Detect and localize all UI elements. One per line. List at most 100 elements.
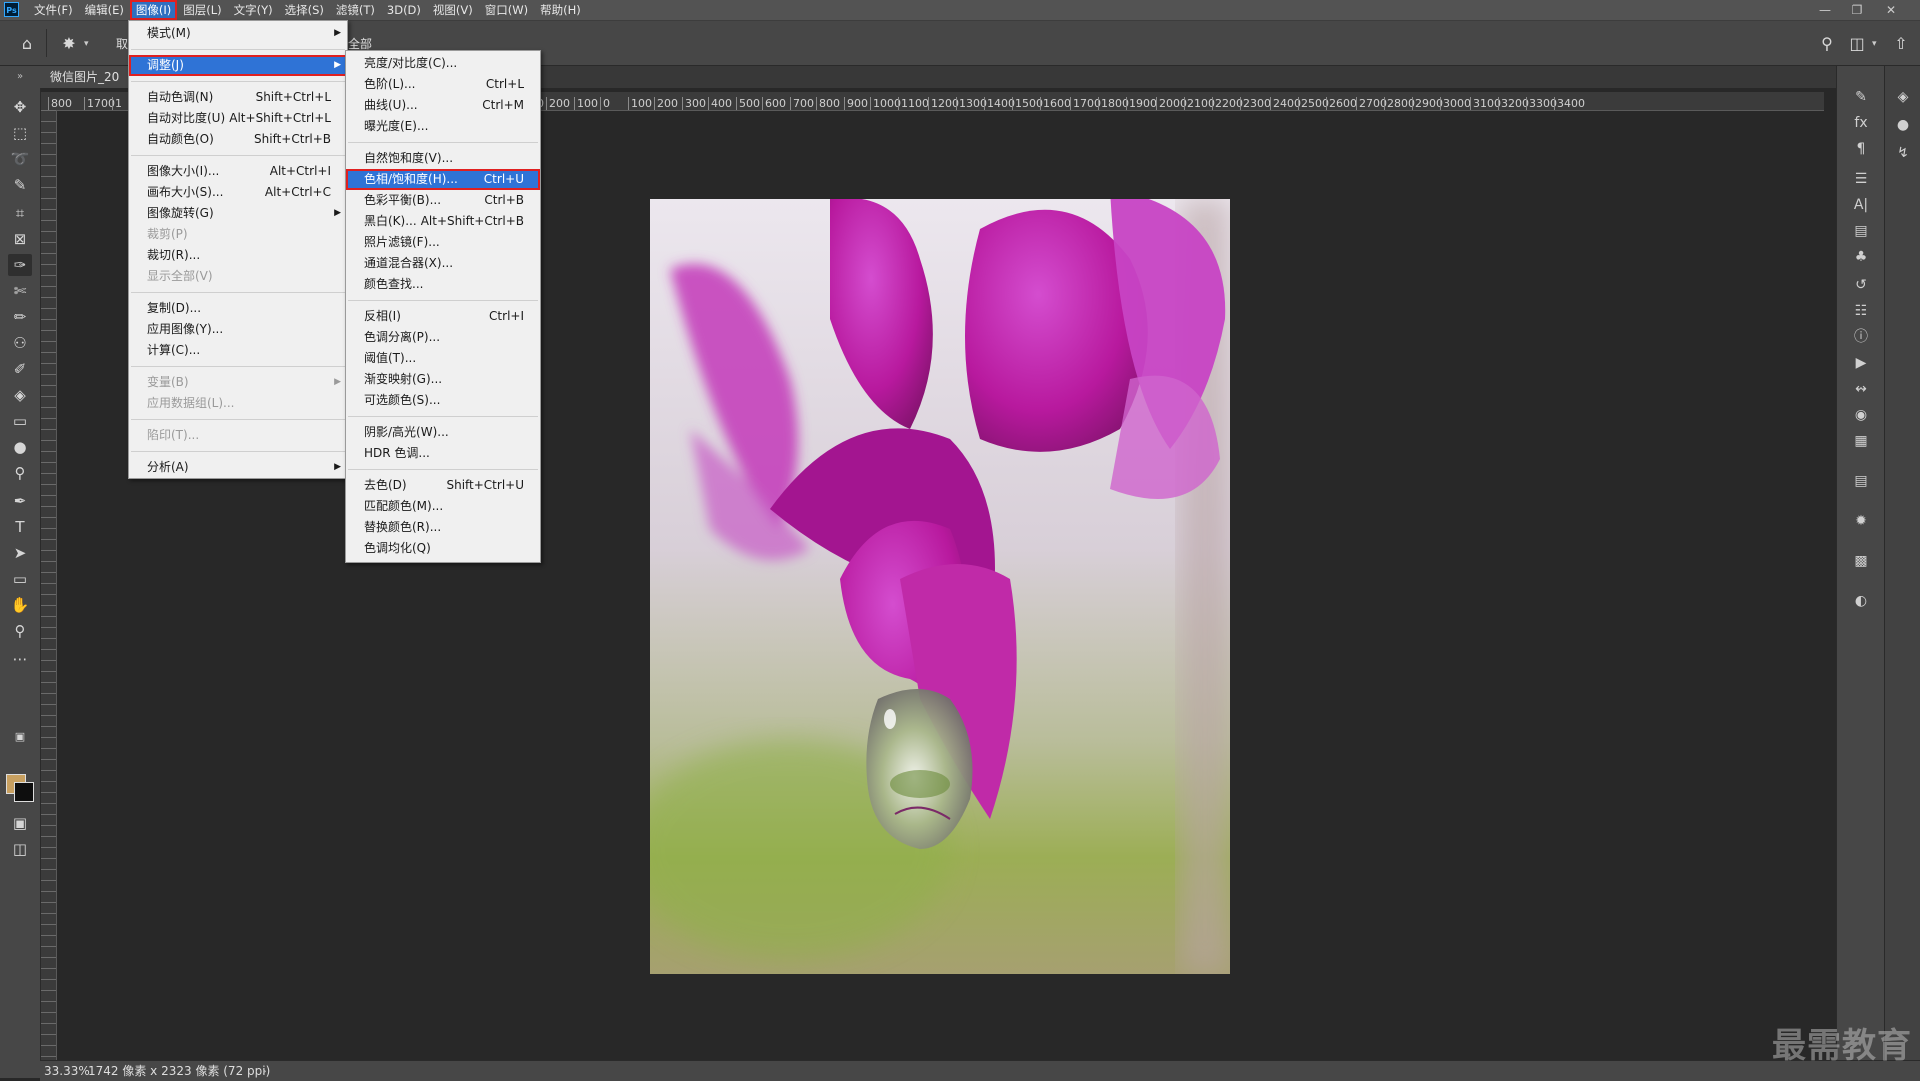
menu-item[interactable]: 渐变映射(G)... [346,369,540,390]
menu-item[interactable]: 图像大小(I)... Alt+Ctrl+I [129,161,347,182]
menu-item[interactable]: 阈值(T)... [346,348,540,369]
menu-item[interactable]: 自动颜色(O) Shift+Ctrl+B [129,129,347,150]
menu-item[interactable]: 图像旋转(G) ▶ [129,203,347,224]
menu-item[interactable]: 色相/饱和度(H)... Ctrl+U [346,169,540,190]
type-tool-icon[interactable]: T [8,516,32,538]
brush-tool-icon[interactable]: ✏ [8,306,32,328]
zoom-tool-icon[interactable]: ⚲ [8,620,32,642]
menu-item[interactable]: 曲线(U)... Ctrl+M [346,95,540,116]
clone-source-icon[interactable]: ♣ [1849,246,1873,268]
menu-item[interactable]: 黑白(K)... Alt+Shift+Ctrl+B [346,211,540,232]
layers-icon[interactable]: ◈ [1891,86,1915,108]
menu-item[interactable]: 去色(D) Shift+Ctrl+U [346,475,540,496]
workspace-icon[interactable]: ◫ [1846,33,1868,55]
crop-tool-icon[interactable]: ⌗ [8,202,32,224]
timeline-icon[interactable]: ▩ [1849,550,1873,572]
actions-play-icon[interactable]: ▶ [1849,352,1873,374]
character-icon[interactable]: A| [1849,194,1873,216]
adjustments-icon[interactable]: ☰ [1849,168,1873,190]
menubar-item[interactable]: 选择(S) [279,0,330,20]
eyedropper-tool-icon[interactable]: ✸ [58,33,80,55]
menu-item[interactable]: 通道混合器(X)... [346,253,540,274]
menubar-item[interactable]: 滤镜(T) [330,0,381,20]
menu-item[interactable]: 阴影/高光(W)... [346,422,540,443]
properties-icon[interactable]: ☷ [1849,300,1873,322]
frame-tool-icon[interactable]: ⊠ [8,228,32,250]
history-icon[interactable]: ↺ [1849,274,1873,296]
menu-item[interactable]: 可选颜色(S)... [346,390,540,411]
menubar-item[interactable]: 文字(Y) [228,0,279,20]
dodge-icon[interactable]: ⚲ [8,462,32,484]
menu-item[interactable]: 替换颜色(R)... [346,517,540,538]
share-icon[interactable]: ⇧ [1890,33,1912,55]
measurement-icon[interactable]: ✹ [1849,510,1873,532]
mask-icon[interactable]: ◐ [1849,590,1873,612]
menu-item[interactable]: 曝光度(E)... [346,116,540,137]
menu-item[interactable]: 自然饱和度(V)... [346,148,540,169]
collapse-arrows-icon[interactable]: » [0,66,40,88]
menubar-item[interactable]: 视图(V) [427,0,479,20]
menu-item[interactable]: 裁切(R)... [129,245,347,266]
eraser-icon[interactable]: ◈ [8,384,32,406]
color-palette-icon[interactable]: ◉ [1849,404,1873,426]
menubar-item[interactable]: 窗口(W) [479,0,534,20]
menu-item[interactable]: 色调均化(Q) [346,538,540,559]
menu-item[interactable]: 自动色调(N) Shift+Ctrl+L [129,87,347,108]
close-icon[interactable]: ✕ [1878,0,1904,20]
background-color-swatch[interactable] [14,782,34,802]
menubar-item[interactable]: 帮助(H) [534,0,587,20]
quick-mask-icon[interactable]: ▣ [8,812,32,834]
menubar-item[interactable]: 编辑(E) [79,0,130,20]
history-brush-icon[interactable]: ✐ [8,358,32,380]
canvas-photo[interactable] [650,199,1230,974]
minimize-icon[interactable]: — [1812,0,1838,20]
more-tools-icon[interactable]: ⋯ [8,648,32,670]
marquee-tool-icon[interactable]: ⬚ [8,122,32,144]
menu-item[interactable]: 模式(M) ▶ [129,23,347,44]
menu-item[interactable]: 匹配颜色(M)... [346,496,540,517]
fx-icon[interactable]: fx [1849,112,1873,134]
menu-item[interactable]: 画布大小(S)... Alt+Ctrl+C [129,182,347,203]
lasso-tool-icon[interactable]: ➰ [8,148,32,170]
menu-item[interactable]: 计算(C)... [129,340,347,361]
menu-item[interactable]: 色调分离(P)... [346,327,540,348]
menu-item[interactable]: 分析(A) ▶ [129,457,347,478]
quick-select-icon[interactable]: ✎ [8,174,32,196]
rectangle-tool-icon[interactable]: ▭ [8,568,32,590]
menubar-item[interactable]: 图像(I) [129,0,178,20]
brush-settings-icon[interactable]: ✎ [1849,86,1873,108]
path-select-icon[interactable]: ➤ [8,542,32,564]
zoom-level[interactable]: 33.33% [44,1061,90,1081]
paths-panel-icon[interactable]: ↯ [1891,142,1915,164]
menu-item[interactable]: HDR 色调... [346,443,540,464]
menu-item[interactable]: 调整(J) ▶ [129,55,347,76]
info-icon[interactable]: ⓘ [1849,326,1873,348]
grid-table-icon[interactable]: ▦ [1849,430,1873,452]
hand-tool-icon[interactable]: ✋ [8,594,32,616]
menubar-item[interactable]: 图层(L) [177,0,227,20]
restore-icon[interactable]: ❐ [1844,0,1870,20]
home-icon[interactable]: ⌂ [16,33,38,55]
pen-tool-icon[interactable]: ✒ [8,490,32,512]
chevron-down-icon[interactable]: ▾ [1872,39,1877,49]
document-tab[interactable]: 微信图片_20 [40,66,132,88]
menu-item[interactable]: 色彩平衡(B)... Ctrl+B [346,190,540,211]
move-tool-icon[interactable]: ✥ [8,96,32,118]
menu-item[interactable]: 色阶(L)... Ctrl+L [346,74,540,95]
search-icon[interactable]: ⚲ [1816,33,1838,55]
blur-icon[interactable]: ● [8,436,32,458]
gradient-icon[interactable]: ▭ [8,410,32,432]
menu-item[interactable]: 亮度/对比度(C)... [346,53,540,74]
menubar-item[interactable]: 文件(F) [28,0,79,20]
default-colors-icon[interactable]: ▣ [8,726,32,748]
menu-item[interactable]: 反相(I) Ctrl+I [346,306,540,327]
menubar-item[interactable]: 3D(D) [381,0,427,20]
menu-item[interactable]: 照片滤镜(F)... [346,232,540,253]
chevron-down-icon[interactable]: ▾ [84,39,89,49]
chevron-right-icon[interactable]: › [262,1061,267,1081]
menu-item[interactable]: 自动对比度(U) Alt+Shift+Ctrl+L [129,108,347,129]
notes-icon[interactable]: ▤ [1849,470,1873,492]
channels-icon[interactable]: ● [1891,114,1915,136]
clone-stamp-icon[interactable]: ⚇ [8,332,32,354]
paragraph-icon[interactable]: ¶ [1849,138,1873,160]
